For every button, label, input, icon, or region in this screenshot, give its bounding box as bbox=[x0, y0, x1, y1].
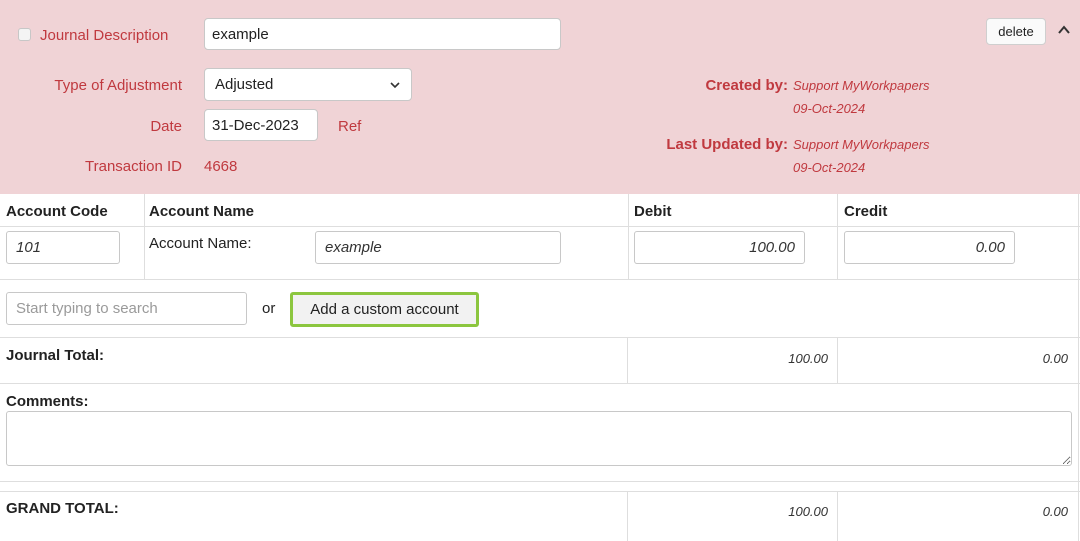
transaction-id-label: Transaction ID bbox=[85, 158, 182, 175]
account-search-input[interactable]: Start typing to search bbox=[6, 292, 247, 325]
select-journal-checkbox[interactable] bbox=[18, 28, 31, 41]
created-by-label: Created by: bbox=[705, 77, 788, 94]
created-by-value: Support MyWorkpapers bbox=[793, 78, 930, 93]
created-date-value: 09-Oct-2024 bbox=[793, 101, 866, 116]
column-divider bbox=[627, 338, 628, 383]
section-divider bbox=[0, 383, 1080, 384]
column-header-account-code: Account Code bbox=[6, 203, 108, 220]
journal-total-credit: 0.00 bbox=[1042, 351, 1068, 366]
grand-total-debit: 100.00 bbox=[788, 504, 828, 519]
grand-total-label: GRAND TOTAL: bbox=[6, 500, 119, 517]
table-header-divider bbox=[0, 226, 1080, 227]
date-input[interactable]: 31-Dec-2023 bbox=[204, 109, 318, 141]
column-divider bbox=[144, 194, 145, 279]
column-divider bbox=[837, 492, 838, 541]
add-custom-account-button[interactable]: Add a custom account bbox=[290, 292, 479, 327]
journal-description-label: Journal Description bbox=[40, 27, 169, 44]
section-divider bbox=[0, 491, 1080, 492]
comments-label: Comments: bbox=[6, 393, 89, 410]
ref-label: Ref bbox=[338, 118, 362, 135]
column-header-debit: Debit bbox=[634, 203, 672, 220]
type-of-adjustment-label: Type of Adjustment bbox=[54, 77, 182, 94]
collapse-caret-icon[interactable] bbox=[1057, 24, 1071, 36]
column-divider bbox=[627, 492, 628, 541]
type-of-adjustment-value: Adjusted bbox=[215, 76, 274, 93]
column-header-account-name: Account Name bbox=[149, 203, 255, 220]
last-updated-by-value: Support MyWorkpapers bbox=[793, 137, 930, 152]
or-text: or bbox=[262, 300, 276, 317]
credit-input[interactable]: 0.00 bbox=[844, 231, 1015, 264]
section-divider bbox=[0, 481, 1080, 482]
column-header-credit: Credit bbox=[844, 203, 888, 220]
type-of-adjustment-select[interactable]: Adjusted bbox=[204, 68, 412, 101]
last-updated-date-value: 09-Oct-2024 bbox=[793, 160, 866, 175]
chevron-down-icon bbox=[390, 81, 400, 88]
delete-button[interactable]: delete bbox=[986, 18, 1046, 45]
account-search-placeholder: Start typing to search bbox=[16, 300, 158, 317]
debit-input[interactable]: 100.00 bbox=[634, 231, 805, 264]
section-divider bbox=[0, 337, 1080, 338]
column-divider bbox=[837, 194, 838, 279]
journal-total-label: Journal Total: bbox=[6, 347, 105, 364]
table-row-divider bbox=[0, 279, 1080, 280]
last-updated-by-label: Last Updated by: bbox=[666, 136, 788, 153]
grand-total-credit: 0.00 bbox=[1042, 504, 1068, 519]
comments-textarea[interactable] bbox=[6, 411, 1072, 466]
transaction-id-value: 4668 bbox=[204, 158, 238, 175]
table-right-border bbox=[1078, 194, 1079, 541]
column-divider bbox=[628, 194, 629, 279]
journal-description-input[interactable]: example bbox=[204, 18, 561, 50]
date-label: Date bbox=[150, 118, 182, 135]
journal-total-debit: 100.00 bbox=[788, 351, 828, 366]
account-name-input[interactable]: example bbox=[315, 231, 561, 264]
account-code-input[interactable]: 101 bbox=[6, 231, 120, 264]
column-divider bbox=[837, 338, 838, 383]
account-name-label: Account Name: bbox=[149, 235, 252, 252]
